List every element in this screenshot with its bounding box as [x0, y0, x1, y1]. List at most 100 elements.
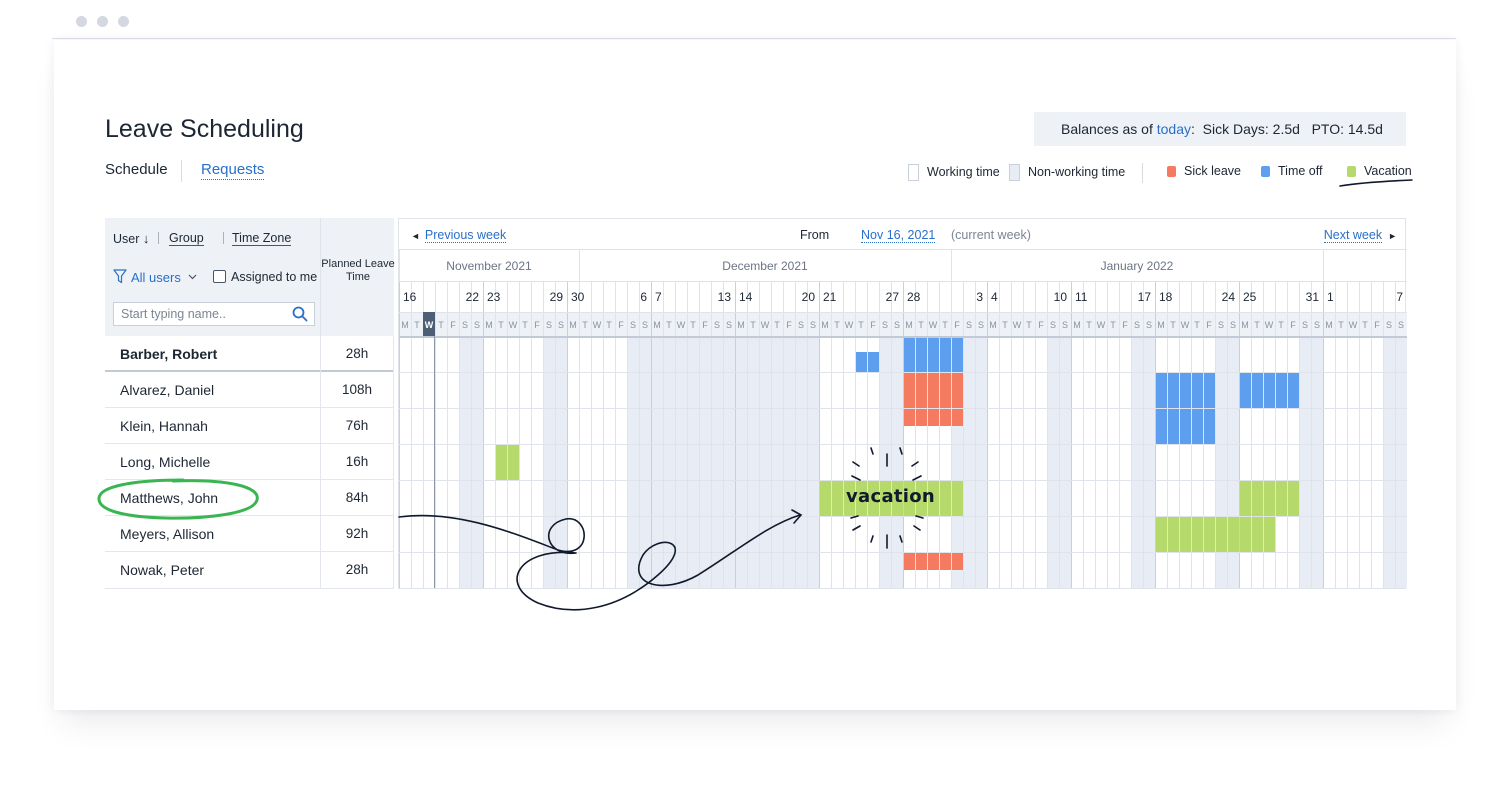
- timeoff-block: [1251, 372, 1263, 408]
- weekday-letter: M: [905, 320, 913, 330]
- next-week-link[interactable]: Next week ►: [1323, 228, 1397, 243]
- sort-user[interactable]: User ↓: [113, 231, 149, 246]
- weekday-letter: S: [966, 320, 972, 330]
- panel-edge: [393, 336, 394, 589]
- weekday-letter: W: [929, 320, 938, 330]
- weekday-letter: S: [1398, 320, 1404, 330]
- user-hours: 16h: [345, 454, 369, 469]
- weekday-letter: S: [1302, 320, 1308, 330]
- all-users-filter[interactable]: All users: [113, 269, 197, 285]
- weekday-letter: W: [509, 320, 518, 330]
- vacation-block: [1155, 516, 1167, 552]
- vacation-block: [1203, 516, 1215, 552]
- weekday-letter: S: [462, 320, 468, 330]
- timeoff-block: [927, 336, 939, 372]
- user-hours: 84h: [345, 490, 369, 505]
- vacation-block: [1167, 516, 1179, 552]
- sick-block: [903, 408, 915, 426]
- next-week-label[interactable]: Next week: [1323, 228, 1383, 243]
- week-end-date: 29: [550, 290, 564, 304]
- filter-icon: [113, 269, 127, 284]
- user-row[interactable]: Barber, Robert 28h: [105, 336, 394, 372]
- weekday-letter: S: [1314, 320, 1320, 330]
- user-hours: 28h: [345, 346, 369, 361]
- timeoff-block: [1179, 408, 1191, 444]
- non-working-day: [1047, 336, 1059, 588]
- vacation-block: [1287, 480, 1299, 516]
- user-row[interactable]: Alvarez, Daniel 108h: [105, 372, 394, 408]
- weekday-letter: T: [606, 320, 612, 330]
- weekday-letter: T: [858, 320, 864, 330]
- user-row[interactable]: Klein, Hannah 76h: [105, 408, 394, 444]
- legend-time-off: Time off: [1261, 164, 1322, 182]
- weekday-letter: M: [1073, 320, 1081, 330]
- weekday-letter: W: [1349, 320, 1358, 330]
- assigned-to-me-checkbox[interactable]: Assigned to me: [213, 270, 317, 284]
- sick-block: [915, 408, 927, 426]
- sick-block: [927, 408, 939, 426]
- sick-block: [903, 372, 915, 408]
- previous-week-label[interactable]: Previous week: [424, 228, 507, 243]
- weekday-letter: T: [834, 320, 840, 330]
- header-divider: [223, 232, 224, 244]
- weekday-letter: S: [1218, 320, 1224, 330]
- balances-prefix: Balances as of: [1061, 121, 1157, 137]
- tab-requests[interactable]: Requests: [201, 161, 265, 180]
- vacation-block: [1191, 516, 1203, 552]
- titlebar-divider: [52, 38, 1456, 39]
- vacation-block: [1227, 516, 1239, 552]
- timeoff-block: [1191, 408, 1203, 444]
- week-end-date: 27: [886, 290, 900, 304]
- weekday-letter: T: [774, 320, 780, 330]
- non-working-day: [975, 336, 987, 588]
- timeoff-block: [1275, 372, 1287, 408]
- balances-today-link[interactable]: today: [1157, 121, 1191, 137]
- checkbox-box[interactable]: [213, 270, 226, 283]
- sort-group[interactable]: Group: [169, 231, 204, 246]
- week-start-date: 7: [655, 290, 662, 304]
- weekday-letter: F: [786, 320, 792, 330]
- timeoff-block: [1287, 372, 1299, 408]
- weekday-letter: W: [1181, 320, 1190, 330]
- timeoff-block: [1179, 372, 1191, 408]
- user-row[interactable]: Long, Michelle 16h: [105, 444, 394, 480]
- vacation-block: [507, 444, 519, 480]
- previous-week-link[interactable]: ◄ Previous week: [411, 228, 507, 243]
- timeoff-block: [1203, 408, 1215, 444]
- timeoff-block: [1239, 372, 1251, 408]
- vacation-block: [951, 480, 963, 516]
- week-start-date: 18: [1159, 290, 1173, 304]
- weekday-letter: S: [1230, 320, 1236, 330]
- timeoff-block: [1167, 408, 1179, 444]
- weekday-letter: T: [918, 320, 924, 330]
- week-start-date: 16: [403, 290, 417, 304]
- week-start-date: 25: [1243, 290, 1257, 304]
- tab-schedule[interactable]: Schedule: [105, 161, 168, 178]
- weekday-letter: T: [414, 320, 420, 330]
- weekday-letter: S: [1050, 320, 1056, 330]
- sort-time-zone[interactable]: Time Zone: [232, 231, 292, 246]
- week-start-date: 30: [571, 290, 585, 304]
- non-working-day: [1311, 336, 1323, 588]
- vacation-block: [1263, 480, 1275, 516]
- weekday-letter: S: [882, 320, 888, 330]
- window-dot: [76, 16, 87, 27]
- from-date-picker[interactable]: Nov 16, 2021: [861, 228, 936, 243]
- weekday-letter: S: [1062, 320, 1068, 330]
- weekday-letter: T: [1194, 320, 1200, 330]
- timeoff-block: [951, 336, 963, 372]
- vacation-underline-scribble: [1339, 179, 1413, 187]
- weekday-letter: F: [1206, 320, 1212, 330]
- week-start-date: 21: [823, 290, 837, 304]
- weekday-letter: F: [1374, 320, 1380, 330]
- user-name: Meyers, Allison: [120, 526, 215, 542]
- vacation-block: [1239, 480, 1251, 516]
- name-search-input[interactable]: Start typing name..: [113, 302, 315, 326]
- search-icon[interactable]: [292, 306, 308, 322]
- balances-bar: Balances as of today: Sick Days: 2.5d PT…: [1034, 112, 1406, 146]
- calendar-nav: ◄ Previous week From Nov 16, 2021 (curren…: [399, 219, 1407, 250]
- vacation-block: [1251, 480, 1263, 516]
- balances-values: : Sick Days: 2.5d PTO: 14.5d: [1190, 121, 1383, 137]
- user-row[interactable]: Nowak, Peter 28h: [105, 552, 394, 589]
- weekday-letter: T: [522, 320, 528, 330]
